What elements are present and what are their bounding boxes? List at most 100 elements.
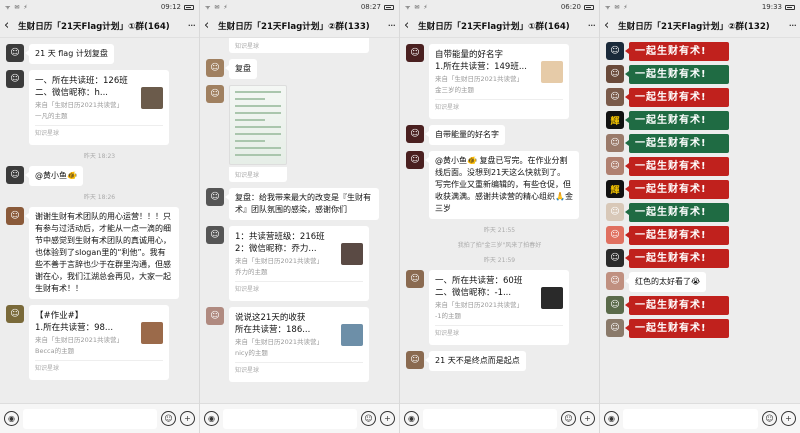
avatar[interactable]: ☺ <box>406 270 424 288</box>
image-message[interactable] <box>229 85 287 165</box>
message-list[interactable]: 知识星球 ☺ 复盘 ☺ 知识星球 ☺ 复盘：给我带来最大的改变是『生财有术』团队… <box>200 38 399 403</box>
avatar[interactable]: ☺ <box>6 166 24 184</box>
message-bubble[interactable]: 自带能量的好名字 <box>425 125 505 145</box>
message-bubble[interactable]: 21 天 flag 计划复盘 <box>25 44 114 64</box>
share-card[interactable]: 一、所在共读班：126班 二、微信昵称：h... 来自「生财日历2021共读营」… <box>29 70 169 145</box>
message-input[interactable] <box>23 408 157 429</box>
avatar[interactable]: ☺ <box>206 85 224 103</box>
back-arrow-icon[interactable]: ‹ <box>604 18 618 33</box>
message-input[interactable] <box>623 408 758 429</box>
status-time: 19:33 <box>761 3 782 11</box>
avatar[interactable]: ☺ <box>406 151 424 169</box>
emoji-icon[interactable]: ☺ <box>762 411 777 426</box>
message-list[interactable]: ☺ 一起生财有术! ☺ 一起生财有术! ☺ 一起生财有术! 輝一起生财有术! ☺ 一起生… <box>600 38 800 403</box>
share-card[interactable]: 一、所在共读营：60班 二、微信昵称：-1... 来自「生财日历2021共读营」… <box>429 270 569 345</box>
share-card[interactable]: 说说这21天的收获 所在共读营：186... 来自「生财日历2021共读营」 n… <box>229 307 369 382</box>
sticker-message[interactable]: 一起生财有术! <box>625 134 729 153</box>
status-time: 06:20 <box>560 3 581 11</box>
avatar[interactable]: ☺ <box>606 296 624 314</box>
voice-icon[interactable]: ◉ <box>204 411 219 426</box>
message-input[interactable] <box>423 408 557 429</box>
avatar[interactable]: ☺ <box>206 307 224 325</box>
sticker-message[interactable]: 一起生财有术! <box>625 226 729 245</box>
message-bubble[interactable]: 谢谢生财有术团队的用心运营！！！只有参与过活动后，才能从一点一滴的细节中感觉到生… <box>25 207 179 299</box>
message-bubble[interactable]: @黄小鱼🐠 <box>25 166 83 186</box>
chat-header: ‹ 生财日历「21天Flag计划」①群(164) ··· <box>0 14 199 38</box>
sticker-message[interactable]: 一起生财有术! <box>625 88 729 107</box>
message-bubble[interactable]: @黄小鱼🐠 复盘已写完。在作业分割线后面。没想到21天这么快就到了。写完作业又重… <box>425 151 579 219</box>
card-thumbnail <box>141 87 163 109</box>
emoji-icon[interactable]: ☺ <box>361 411 376 426</box>
avatar[interactable]: 輝 <box>606 180 624 198</box>
more-icon[interactable]: ··· <box>782 19 798 32</box>
emoji-icon[interactable]: ☺ <box>561 411 576 426</box>
message: ☺ 说说这21天的收获 所在共读营：186... 来自「生财日历2021共读营」… <box>206 307 393 382</box>
share-card[interactable]: 【#作业#】 1.所在共读营：98... 来自「生财日历2021共读营」 Bec… <box>29 305 169 380</box>
avatar[interactable]: ☺ <box>606 272 624 290</box>
sticker-message[interactable]: 一起生财有术! <box>625 249 729 268</box>
avatar[interactable]: ☺ <box>406 351 424 369</box>
message: ☺ 一起生财有术! <box>606 88 794 107</box>
plus-icon[interactable]: + <box>180 411 195 426</box>
sticker-message[interactable]: 一起生财有术! <box>625 111 729 130</box>
avatar[interactable]: ☺ <box>606 226 624 244</box>
back-arrow-icon[interactable]: ‹ <box>404 18 418 33</box>
avatar[interactable]: ☺ <box>206 188 224 206</box>
card-author: -1的主题 <box>435 312 461 320</box>
more-icon[interactable]: ··· <box>381 19 397 32</box>
plus-icon[interactable]: + <box>781 411 796 426</box>
more-icon[interactable]: ··· <box>581 19 597 32</box>
avatar[interactable]: ☺ <box>206 59 224 77</box>
sticker-message[interactable]: 一起生财有术! <box>625 319 729 338</box>
message-input[interactable] <box>223 408 357 429</box>
voice-icon[interactable]: ◉ <box>4 411 19 426</box>
sticker-message[interactable]: 一起生财有术! <box>625 65 729 84</box>
avatar[interactable]: ☺ <box>6 44 24 62</box>
sticker-message[interactable]: 一起生财有术! <box>625 42 729 61</box>
back-arrow-icon[interactable]: ‹ <box>4 18 18 33</box>
status-time: 09:12 <box>160 3 181 11</box>
plus-icon[interactable]: + <box>580 411 595 426</box>
message: 輝一起生财有术! <box>606 180 794 199</box>
avatar[interactable]: ☺ <box>606 249 624 267</box>
timestamp: 昨天 18:23 <box>83 153 116 160</box>
card-source: 来自「生财日历2021共读营」 <box>35 101 124 109</box>
message-bubble[interactable]: 红色的太好看了😭 <box>624 272 707 292</box>
avatar[interactable]: ☺ <box>406 125 424 143</box>
avatar[interactable]: ☺ <box>606 319 624 337</box>
avatar[interactable]: ☺ <box>406 44 424 62</box>
avatar[interactable]: ☺ <box>6 207 24 225</box>
card-line: 1：共读营班级：216班 <box>235 232 325 242</box>
sticker-message[interactable]: 一起生财有术! <box>625 180 729 199</box>
avatar[interactable]: ☺ <box>606 134 624 152</box>
avatar[interactable]: ☺ <box>6 305 24 323</box>
back-arrow-icon[interactable]: ‹ <box>204 18 218 33</box>
sticker-message[interactable]: 一起生财有术! <box>625 296 729 315</box>
more-icon[interactable]: ··· <box>181 19 197 32</box>
sticker-message[interactable]: 一起生财有术! <box>625 203 729 222</box>
card-footer: 知识星球 <box>35 125 163 140</box>
avatar[interactable]: ☺ <box>606 42 624 60</box>
share-card[interactable]: 1：共读营班级：216班 2：微信昵称：乔力... 来自「生财日历2021共读营… <box>229 226 369 301</box>
avatar[interactable]: ☺ <box>606 65 624 83</box>
avatar[interactable]: ☺ <box>6 70 24 88</box>
message-bubble[interactable]: 复盘 <box>225 59 257 79</box>
message-bubble[interactable]: 复盘：给我带来最大的改变是『生财有术』团队氛围的感染，感谢你们 <box>225 188 379 220</box>
avatar[interactable]: ☺ <box>606 157 624 175</box>
message-list[interactable]: ☺ 21 天 flag 计划复盘 ☺ 一、所在共读班：126班 二、微信昵称：h… <box>0 38 199 403</box>
message-list[interactable]: ☺ 自带能量的好名字 1.所在共读营：149班... 来自「生财日历2021共读… <box>400 38 599 403</box>
sticker-message[interactable]: 一起生财有术! <box>625 157 729 176</box>
chat-title: 生财日历「21天Flag计划」①群(164) <box>18 21 170 32</box>
emoji-icon[interactable]: ☺ <box>161 411 176 426</box>
plus-icon[interactable]: + <box>380 411 395 426</box>
avatar[interactable]: ☺ <box>206 226 224 244</box>
message-bubble[interactable]: 21 天不是终点而是起点 <box>425 351 526 371</box>
status-bar: ᯤ ✉ ⚡ 06:20 <box>400 0 599 14</box>
voice-icon[interactable]: ◉ <box>404 411 419 426</box>
avatar[interactable]: ☺ <box>606 88 624 106</box>
avatar[interactable]: ☺ <box>606 203 624 221</box>
voice-icon[interactable]: ◉ <box>604 411 619 426</box>
avatar[interactable]: 輝 <box>606 111 624 129</box>
share-card[interactable]: 自带能量的好名字 1.所在共读营：149班... 来自「生财日历2021共读营」… <box>429 44 569 119</box>
message: ☺ 一起生财有术! <box>606 65 794 84</box>
